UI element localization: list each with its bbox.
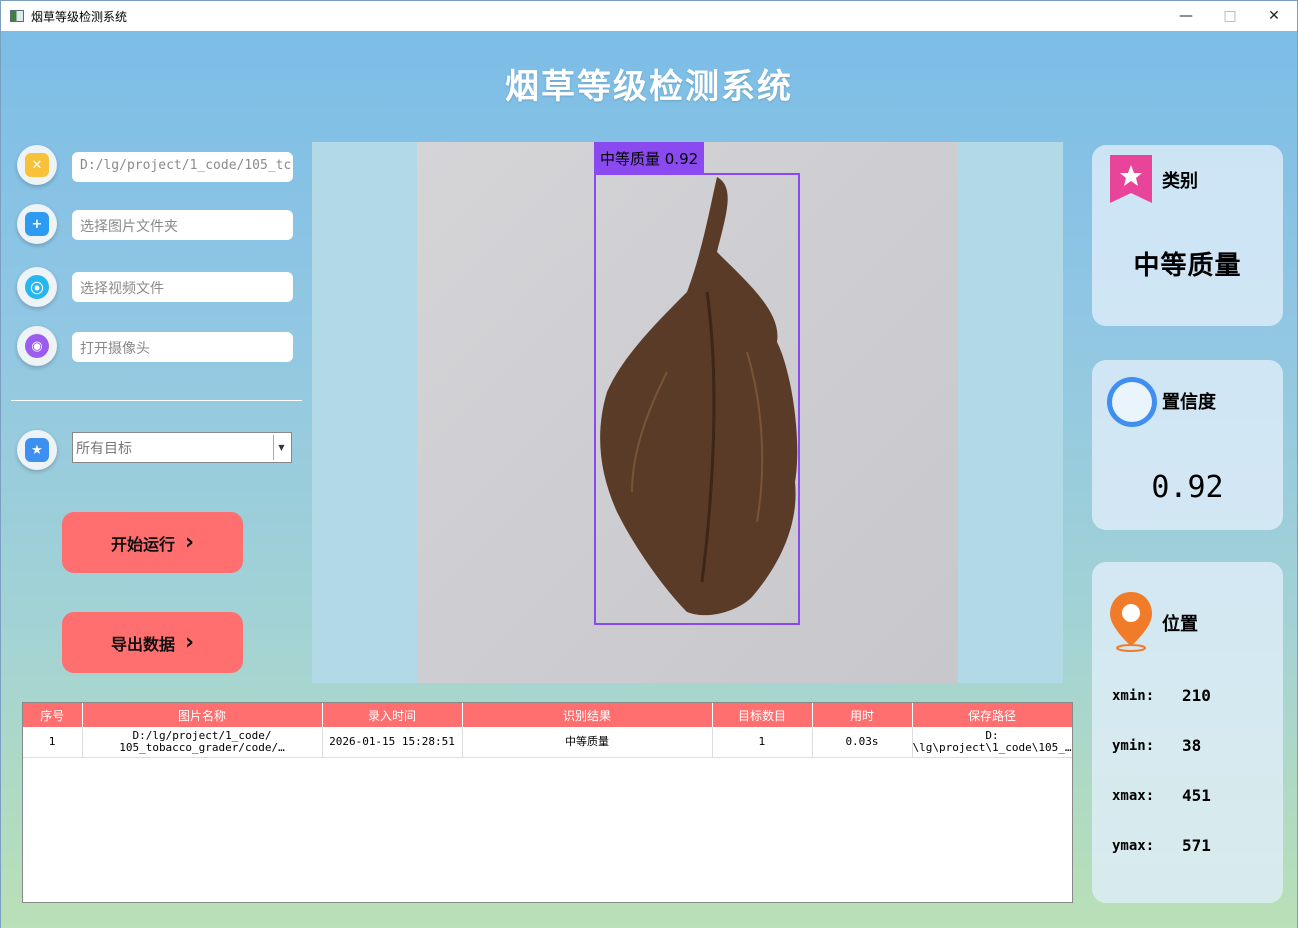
confidence-value: 0.92: [1151, 470, 1224, 505]
cell-index: 1: [23, 727, 83, 758]
detection-label: 中等质量 0.92: [594, 142, 705, 174]
title-bar: 烟草等级检测系统 — □ ✕: [1, 1, 1297, 31]
detection-box: [594, 173, 800, 625]
column-header[interactable]: 录入时间: [322, 703, 463, 727]
image-viewer: 中等质量 0.92: [312, 142, 1063, 683]
tag-glyph: ★: [25, 438, 49, 462]
confidence-card: 置信度 0.92: [1092, 360, 1283, 530]
position-card: 位置 xmin: 210 ymin: 38 xmax: 451 ymax: 57…: [1092, 562, 1283, 903]
chevron-right-icon: ›: [184, 530, 195, 555]
run-button[interactable]: 开始运行 ›: [62, 512, 243, 573]
image-path-input[interactable]: D:/lg/project/1_code/105_tc: [72, 152, 293, 182]
column-header[interactable]: 图片名称: [82, 703, 323, 727]
main-area: 烟草等级检测系统 ✕ D:/lg/project/1_code/105_tc +…: [1, 31, 1297, 928]
camera-icon[interactable]: ◉: [17, 326, 57, 366]
export-button-label: 导出数据: [110, 634, 175, 654]
cell-path-line: D:: [985, 728, 999, 742]
ymax-label: ymax:: [1112, 838, 1155, 854]
category-icon: [1110, 155, 1152, 203]
cell-count: 1: [712, 727, 813, 758]
folder-input[interactable]: 选择图片文件夹: [72, 210, 293, 240]
cell-name: D:/lg/project/1_code/ 105_tobacco_grader…: [82, 727, 323, 758]
app-icon: [10, 10, 24, 22]
run-button-label: 开始运行: [110, 534, 175, 554]
ymin-value: 38: [1182, 736, 1202, 755]
folder-glyph: +: [25, 212, 49, 236]
xmax-value: 451: [1182, 786, 1211, 805]
column-header[interactable]: 目标数目: [712, 703, 813, 727]
tag-icon: ★: [17, 430, 57, 470]
column-header[interactable]: 用时: [812, 703, 913, 727]
image-file-icon[interactable]: ✕: [17, 145, 57, 185]
column-header[interactable]: 识别结果: [462, 703, 713, 727]
ymin-label: ymin:: [1112, 738, 1155, 754]
camera-glyph: ◉: [25, 334, 49, 358]
ymax-value: 571: [1182, 836, 1211, 855]
category-card: 类别 中等质量: [1092, 145, 1283, 326]
category-value: 中等质量: [1133, 251, 1242, 281]
table-header-row: 序号 图片名称 录入时间 识别结果 目标数目 用时 保存路径: [23, 703, 1072, 727]
video-input[interactable]: 选择视频文件: [72, 272, 293, 302]
maximize-button[interactable]: □: [1207, 1, 1253, 31]
export-button[interactable]: 导出数据 ›: [62, 612, 243, 673]
table-row[interactable]: 1 D:/lg/project/1_code/ 105_tobacco_grad…: [23, 727, 1072, 758]
cell-time: 2026-01-15 15:28:51: [322, 727, 463, 758]
target-select-value: 所有目标: [76, 441, 132, 457]
location-pin-icon: [1110, 592, 1152, 652]
target-select[interactable]: 所有目标 ▼: [72, 432, 292, 463]
page-title: 烟草等级检测系统: [505, 67, 793, 107]
minimize-button[interactable]: —: [1163, 1, 1209, 31]
results-table[interactable]: 序号 图片名称 录入时间 识别结果 目标数目 用时 保存路径 1 D:/lg/p…: [22, 702, 1073, 903]
confidence-title: 置信度: [1162, 392, 1216, 413]
xmax-label: xmax:: [1112, 788, 1155, 804]
column-header[interactable]: 序号: [23, 703, 83, 727]
chevron-down-icon[interactable]: ▼: [273, 435, 289, 460]
xmin-value: 210: [1182, 686, 1211, 705]
window-title: 烟草等级检测系统: [31, 10, 128, 24]
cell-duration: 0.03s: [812, 727, 913, 758]
image-file-glyph: ✕: [25, 153, 49, 177]
video-glyph: ⦿: [25, 275, 49, 299]
cell-name-line: D:/lg/project/1_code/: [132, 728, 272, 742]
divider: [11, 400, 302, 401]
folder-icon[interactable]: +: [17, 204, 57, 244]
close-button[interactable]: ✕: [1251, 1, 1297, 31]
video-icon[interactable]: ⦿: [17, 267, 57, 307]
column-header[interactable]: 保存路径: [912, 703, 1072, 727]
chevron-right-icon: ›: [184, 630, 195, 655]
app-window: 烟草等级检测系统 — □ ✕ 烟草等级检测系统 ✕ D:/lg/project/…: [0, 0, 1298, 928]
cell-result: 中等质量: [462, 727, 713, 758]
confidence-icon: [1107, 377, 1157, 427]
xmin-label: xmin:: [1112, 688, 1155, 704]
position-title: 位置: [1162, 614, 1198, 635]
camera-input[interactable]: 打开摄像头: [72, 332, 293, 362]
cell-path: D: \lg\project\1_code\105_…: [912, 727, 1072, 758]
cell-path-line: \lg\project\1_code\105_…: [912, 740, 1072, 754]
category-title: 类别: [1162, 171, 1198, 192]
cell-name-line: 105_tobacco_grader/code/…: [119, 740, 285, 754]
